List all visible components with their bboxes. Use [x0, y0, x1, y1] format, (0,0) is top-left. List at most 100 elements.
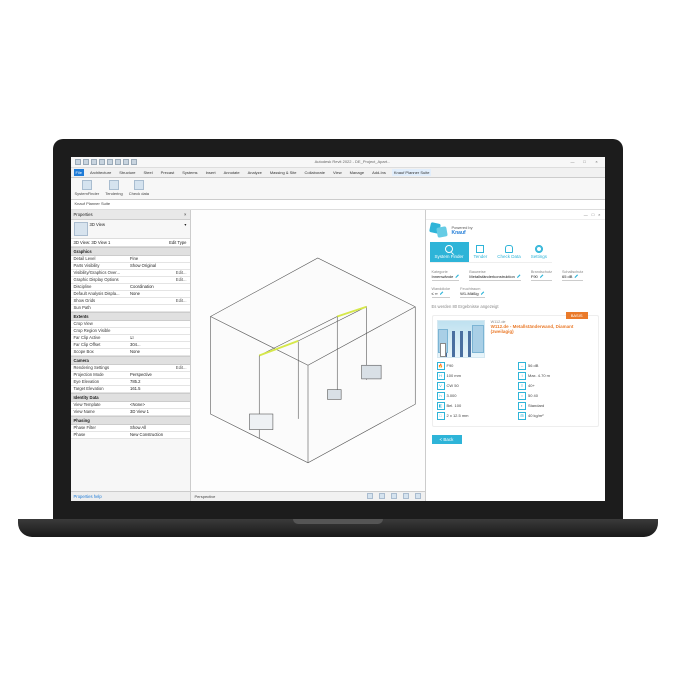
tab-steel[interactable]: Steel: [142, 169, 155, 176]
maximize-button[interactable]: □: [592, 212, 594, 217]
filter-item[interactable]: BrandschutzF90: [531, 270, 552, 281]
pencil-icon[interactable]: [574, 274, 578, 278]
tab-systems[interactable]: Systems: [180, 169, 199, 176]
prop-section-header[interactable]: Extents: [71, 312, 190, 321]
tab-insert[interactable]: Insert: [204, 169, 218, 176]
ribbon-checkdata[interactable]: Check data: [129, 180, 149, 197]
prop-row[interactable]: Sun Path: [71, 305, 190, 312]
filter-item[interactable]: FeuchtraumW1-Mäßig: [460, 287, 484, 298]
back-button[interactable]: < Back: [432, 435, 462, 444]
prop-row[interactable]: View Template<None>: [71, 402, 190, 409]
prop-row[interactable]: Projection ModePerspective: [71, 372, 190, 379]
prop-row[interactable]: Phase FilterShow All: [71, 425, 190, 432]
prop-row[interactable]: DisciplineCoordination: [71, 284, 190, 291]
prop-value[interactable]: <None>: [130, 402, 187, 407]
prop-value[interactable]: [130, 321, 187, 326]
tab-annotate[interactable]: Annotate: [222, 169, 242, 176]
pencil-icon[interactable]: [455, 274, 459, 278]
tab-analyze[interactable]: Analyze: [246, 169, 264, 176]
filter-item[interactable]: Wanddicke≤ ∞: [432, 287, 451, 298]
qat-icon[interactable]: [115, 159, 121, 165]
pencil-icon[interactable]: [440, 291, 444, 295]
view-control-icon[interactable]: [403, 493, 409, 499]
tab-structure[interactable]: Structure: [117, 169, 137, 176]
prop-edit-button[interactable]: Edit...: [130, 365, 187, 370]
prop-value[interactable]: None: [130, 291, 187, 296]
prop-value[interactable]: None: [130, 349, 187, 354]
qat-icon[interactable]: [83, 159, 89, 165]
prop-edit-button[interactable]: Edit...: [130, 298, 187, 303]
prop-value[interactable]: Show Original: [130, 263, 187, 268]
plugin-tab-checkdata[interactable]: Check Data: [492, 242, 526, 263]
close-button[interactable]: ×: [592, 159, 600, 164]
prop-row[interactable]: Visibility/Graphics Over...Edit...: [71, 270, 190, 277]
3d-viewport[interactable]: Perspective: [191, 210, 425, 501]
properties-help-link[interactable]: Properties help: [71, 491, 190, 501]
plugin-tab-settings[interactable]: Settings: [526, 242, 552, 263]
view-control-icon[interactable]: [379, 493, 385, 499]
view-control-icon[interactable]: [367, 493, 373, 499]
close-icon[interactable]: ×: [184, 212, 186, 217]
maximize-button[interactable]: □: [580, 159, 588, 164]
prop-value[interactable]: New Construction: [130, 432, 187, 437]
prop-row[interactable]: Target Elevation161.5: [71, 386, 190, 393]
prop-section-header[interactable]: Phasing: [71, 416, 190, 425]
prop-row[interactable]: Show GridsEdit...: [71, 298, 190, 305]
tab-addins[interactable]: Add-Ins: [370, 169, 388, 176]
prop-row[interactable]: Rendering SettingsEdit...: [71, 365, 190, 372]
close-button[interactable]: ×: [598, 212, 600, 217]
result-card[interactable]: BASIS: [432, 315, 599, 427]
prop-value[interactable]: Fine: [130, 256, 187, 261]
prop-section-header[interactable]: Camera: [71, 356, 190, 365]
prop-row[interactable]: Crop Region Visible: [71, 328, 190, 335]
tab-precast[interactable]: Precast: [159, 169, 177, 176]
edit-type-button[interactable]: Edit Type: [169, 240, 186, 245]
prop-edit-button[interactable]: Edit...: [130, 277, 187, 282]
prop-row[interactable]: View Name3D View 1: [71, 409, 190, 416]
tab-collaborate[interactable]: Collaborate: [303, 169, 327, 176]
type-selector[interactable]: 3D View ▾: [71, 220, 190, 239]
prop-row[interactable]: Scope BoxNone: [71, 349, 190, 356]
tab-knauf[interactable]: Knauf Planner Suite: [392, 169, 432, 176]
tab-manage[interactable]: Manage: [348, 169, 366, 176]
minimize-button[interactable]: —: [568, 159, 576, 164]
prop-value[interactable]: 161.5: [130, 386, 187, 391]
qat-icon[interactable]: [123, 159, 129, 165]
prop-value[interactable]: [130, 328, 187, 333]
prop-row[interactable]: PhaseNew Construction: [71, 432, 190, 439]
pencil-icon[interactable]: [517, 274, 521, 278]
filter-item[interactable]: BauweiseMetallständerkonstruktion: [469, 270, 521, 281]
prop-row[interactable]: Crop View: [71, 321, 190, 328]
minimize-button[interactable]: —: [584, 212, 588, 217]
pencil-icon[interactable]: [540, 274, 544, 278]
prop-row[interactable]: Detail LevelFine: [71, 256, 190, 263]
qat-icon[interactable]: [107, 159, 113, 165]
qat-icon[interactable]: [75, 159, 81, 165]
plugin-tab-systemfinder[interactable]: System Finder: [430, 242, 469, 263]
plugin-tab-tender[interactable]: Tender: [469, 242, 493, 263]
prop-value[interactable]: [130, 305, 187, 310]
view-selector[interactable]: 3D View: 3D View 1: [74, 240, 111, 245]
tab-view[interactable]: View: [331, 169, 344, 176]
prop-value[interactable]: Show All: [130, 425, 187, 430]
prop-section-header[interactable]: Identity Data: [71, 393, 190, 402]
prop-row[interactable]: Eye Elevation785.2: [71, 379, 190, 386]
prop-section-header[interactable]: Graphics: [71, 247, 190, 256]
tab-architecture[interactable]: Architecture: [88, 169, 113, 176]
ribbon-tendering[interactable]: Tendering: [105, 180, 123, 197]
view-control-icon[interactable]: [391, 493, 397, 499]
prop-value[interactable]: 3D View 1: [130, 409, 187, 414]
prop-row[interactable]: Far Clip Active☑: [71, 335, 190, 342]
filter-item[interactable]: Schallschutz65 dB: [562, 270, 583, 281]
prop-row[interactable]: Graphic Display OptionsEdit...: [71, 277, 190, 284]
tab-massing[interactable]: Massing & Site: [268, 169, 299, 176]
prop-value[interactable]: 785.2: [130, 379, 187, 384]
filter-item[interactable]: KategorieInnenwände: [432, 270, 460, 281]
pencil-icon[interactable]: [481, 291, 485, 295]
prop-row[interactable]: Parts VisibilityShow Original: [71, 263, 190, 270]
qat-icon[interactable]: [91, 159, 97, 165]
prop-value[interactable]: ☑: [130, 335, 187, 340]
prop-value[interactable]: 304...: [130, 342, 187, 347]
tab-file[interactable]: File: [74, 169, 84, 176]
ribbon-systemfinder[interactable]: SystemFinder: [75, 180, 100, 197]
